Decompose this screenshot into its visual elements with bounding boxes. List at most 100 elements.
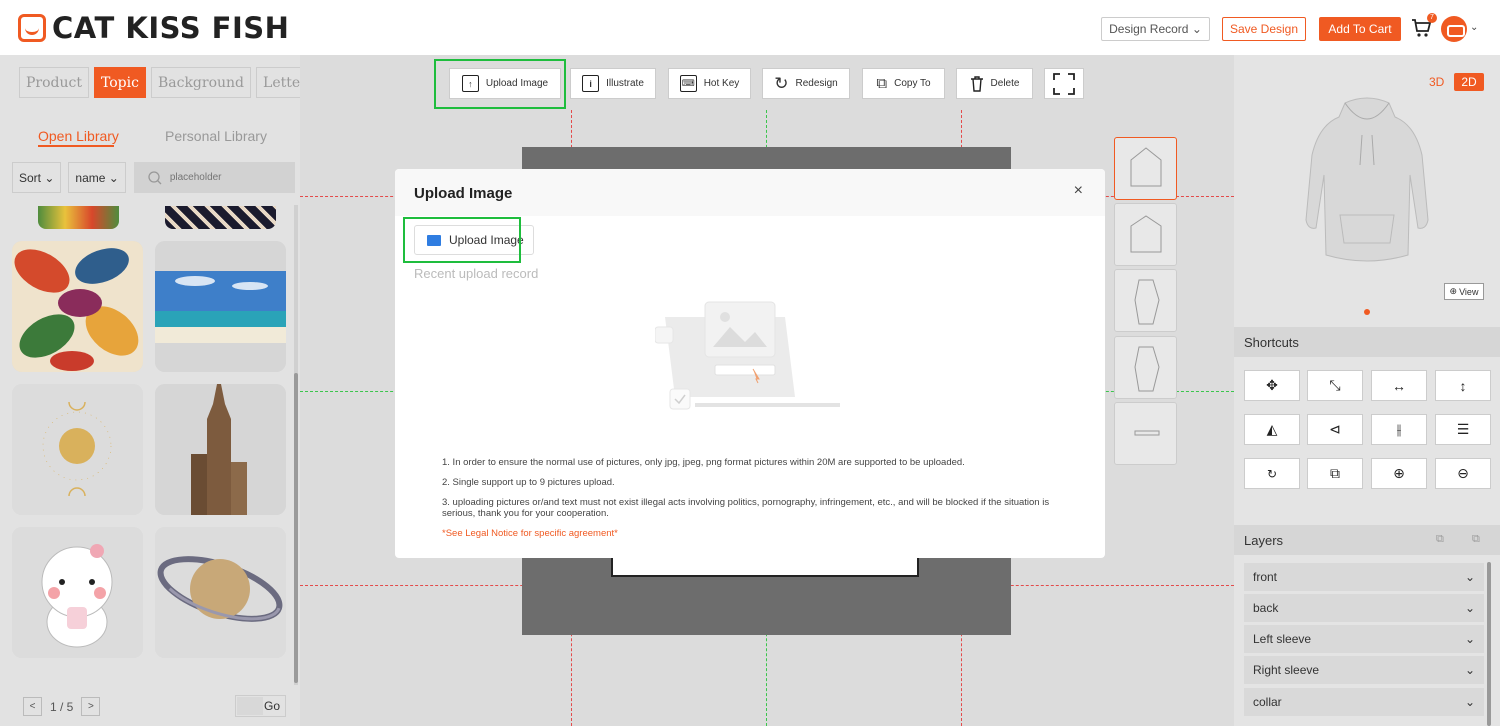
fullscreen-button[interactable]: [1044, 68, 1084, 99]
library-scrollbar-thumb[interactable]: [294, 373, 298, 683]
search-input[interactable]: [170, 172, 290, 183]
flip-vertical-icon: ⊲: [1329, 421, 1341, 438]
page-jump-input[interactable]: [237, 697, 263, 715]
illustrate-button[interactable]: i Illustrate: [570, 68, 656, 99]
layer-label: Right sleeve: [1253, 663, 1319, 677]
duplicate-shortcut[interactable]: ⧉: [1307, 458, 1363, 489]
prev-page-button[interactable]: <: [23, 697, 42, 716]
view-right-sleeve-thumb[interactable]: [1114, 336, 1177, 399]
thumb-saturn[interactable]: [155, 527, 286, 658]
resize-shortcut[interactable]: ⤡: [1307, 370, 1363, 401]
trash-icon: [970, 76, 984, 92]
view-label: View: [1459, 287, 1478, 297]
flip-horizontal-icon: ◭: [1267, 421, 1278, 438]
chevron-down-icon[interactable]: ⌄: [1470, 22, 1478, 33]
save-design-button[interactable]: Save Design: [1222, 17, 1306, 41]
flip-horizontal-shortcut[interactable]: ◭: [1244, 414, 1300, 445]
zoom-in-shortcut[interactable]: ⊕: [1371, 458, 1427, 489]
topic-image-grid: [12, 206, 292, 666]
move-shortcut[interactable]: ✥: [1244, 370, 1300, 401]
tab-product[interactable]: Product: [19, 67, 89, 98]
toggle-3d[interactable]: 3D: [1427, 73, 1446, 91]
layers-title: Layers: [1244, 533, 1283, 548]
view-preview-button[interactable]: ⊕ View: [1444, 283, 1484, 300]
move-icon: ✥: [1266, 377, 1278, 394]
thumb-golden-sun[interactable]: [12, 384, 143, 515]
stretch-horizontal-shortcut[interactable]: ↔: [1371, 370, 1427, 401]
thumb-beach[interactable]: [155, 241, 286, 372]
zoom-in-icon: ⊕: [1450, 286, 1458, 297]
vertical-arrows-icon: ↕: [1460, 378, 1467, 394]
search-box[interactable]: [134, 162, 295, 193]
align-center-horizontal-shortcut[interactable]: ⫲: [1371, 414, 1427, 445]
tab-personal-library[interactable]: Personal Library: [165, 128, 267, 144]
thumb-pattern-top[interactable]: [165, 206, 276, 229]
zoom-out-shortcut[interactable]: ⊖: [1435, 458, 1491, 489]
layer-paste-icon[interactable]: ⧉: [1472, 533, 1480, 546]
cart-count-badge: 7: [1427, 13, 1437, 23]
info-icon: i: [582, 75, 599, 92]
stretch-vertical-shortcut[interactable]: ↕: [1435, 370, 1491, 401]
thumb-leaves-top[interactable]: [38, 206, 119, 229]
hoodie-preview[interactable]: [1300, 95, 1434, 270]
zoom-in-icon: ⊕: [1393, 465, 1405, 482]
view-collar-thumb[interactable]: [1114, 402, 1177, 465]
modal-title: Upload Image: [414, 185, 512, 202]
view-back-thumb[interactable]: [1114, 203, 1177, 266]
view-front-thumb[interactable]: [1114, 137, 1177, 200]
tab-topic[interactable]: Topic: [94, 67, 146, 98]
chevron-down-icon: ⌄: [1465, 663, 1475, 677]
align-center-vertical-shortcut[interactable]: ☰: [1435, 414, 1491, 445]
thumb-cute-dog[interactable]: [12, 527, 143, 658]
chevron-down-icon: ⌄: [1465, 570, 1475, 584]
thumb-tropical-leaves[interactable]: [12, 241, 143, 372]
layer-item-collar[interactable]: collar⌄: [1244, 688, 1484, 716]
category-tabs: Product Topic Background Letter: [19, 67, 314, 98]
tab-open-library[interactable]: Open Library: [38, 128, 119, 144]
name-dropdown[interactable]: name ⌄: [68, 162, 125, 193]
chevron-down-icon: ⌄: [1465, 695, 1475, 709]
resize-icon: ⤡: [1329, 377, 1340, 394]
rotate-45-shortcut[interactable]: ↻: [1244, 458, 1300, 489]
layer-label: Left sleeve: [1253, 632, 1311, 646]
pagination: < 1 / 5 >: [23, 697, 100, 716]
layers-scrollbar[interactable]: [1487, 562, 1491, 726]
layer-item-front[interactable]: front⌄: [1244, 563, 1484, 591]
recent-upload-label: Recent upload record: [414, 266, 538, 281]
highlight-box: [434, 59, 566, 109]
design-record-dropdown[interactable]: Design Record ⌄: [1101, 17, 1210, 41]
active-tab-underline: [38, 145, 114, 147]
hot-key-button[interactable]: ⌨ Hot Key: [668, 68, 751, 99]
add-to-cart-button[interactable]: Add To Cart: [1319, 17, 1401, 41]
search-icon: [148, 171, 162, 185]
redo-icon: ↻: [774, 74, 788, 94]
layer-item-left-sleeve[interactable]: Left sleeve ⌄: [1244, 625, 1484, 653]
brand-logo[interactable]: CAT KISS FISH: [18, 11, 289, 45]
flip-vertical-shortcut[interactable]: ⊲: [1307, 414, 1363, 445]
chevron-down-icon: ⌄: [1465, 632, 1475, 646]
horizontal-arrows-icon: ↔: [1392, 378, 1406, 394]
layer-item-right-sleeve[interactable]: Right sleeve ⌄: [1244, 656, 1484, 684]
layer-item-back[interactable]: back⌄: [1244, 594, 1484, 622]
tab-background[interactable]: Background: [151, 67, 251, 98]
layer-copy-icon[interactable]: ⧉: [1436, 533, 1444, 546]
sort-dropdown[interactable]: Sort ⌄: [12, 162, 61, 193]
legal-notice-link[interactable]: *See Legal Notice for specific agreement…: [442, 528, 1062, 539]
highlight-box: [403, 217, 521, 263]
toggle-2d[interactable]: 2D: [1454, 73, 1483, 91]
shortcuts-header: Shortcuts: [1234, 327, 1500, 357]
view-left-sleeve-thumb[interactable]: [1114, 269, 1177, 332]
close-icon[interactable]: ×: [1074, 182, 1083, 200]
delete-button[interactable]: Delete: [956, 68, 1033, 99]
thumb-skyscraper[interactable]: [155, 384, 286, 515]
carousel-dot[interactable]: [1364, 309, 1370, 315]
copy-to-button[interactable]: ⧉ Copy To: [862, 68, 945, 99]
next-page-button[interactable]: >: [81, 697, 100, 716]
duplicate-icon: ⧉: [1330, 465, 1340, 482]
hot-key-label: Hot Key: [704, 78, 740, 89]
cat-logo-icon: [18, 14, 46, 42]
layers-header: Layers: [1234, 525, 1500, 555]
copy-icon: ⧉: [876, 75, 887, 92]
redesign-button[interactable]: ↻ Redesign: [762, 68, 850, 99]
user-avatar[interactable]: [1441, 16, 1467, 42]
